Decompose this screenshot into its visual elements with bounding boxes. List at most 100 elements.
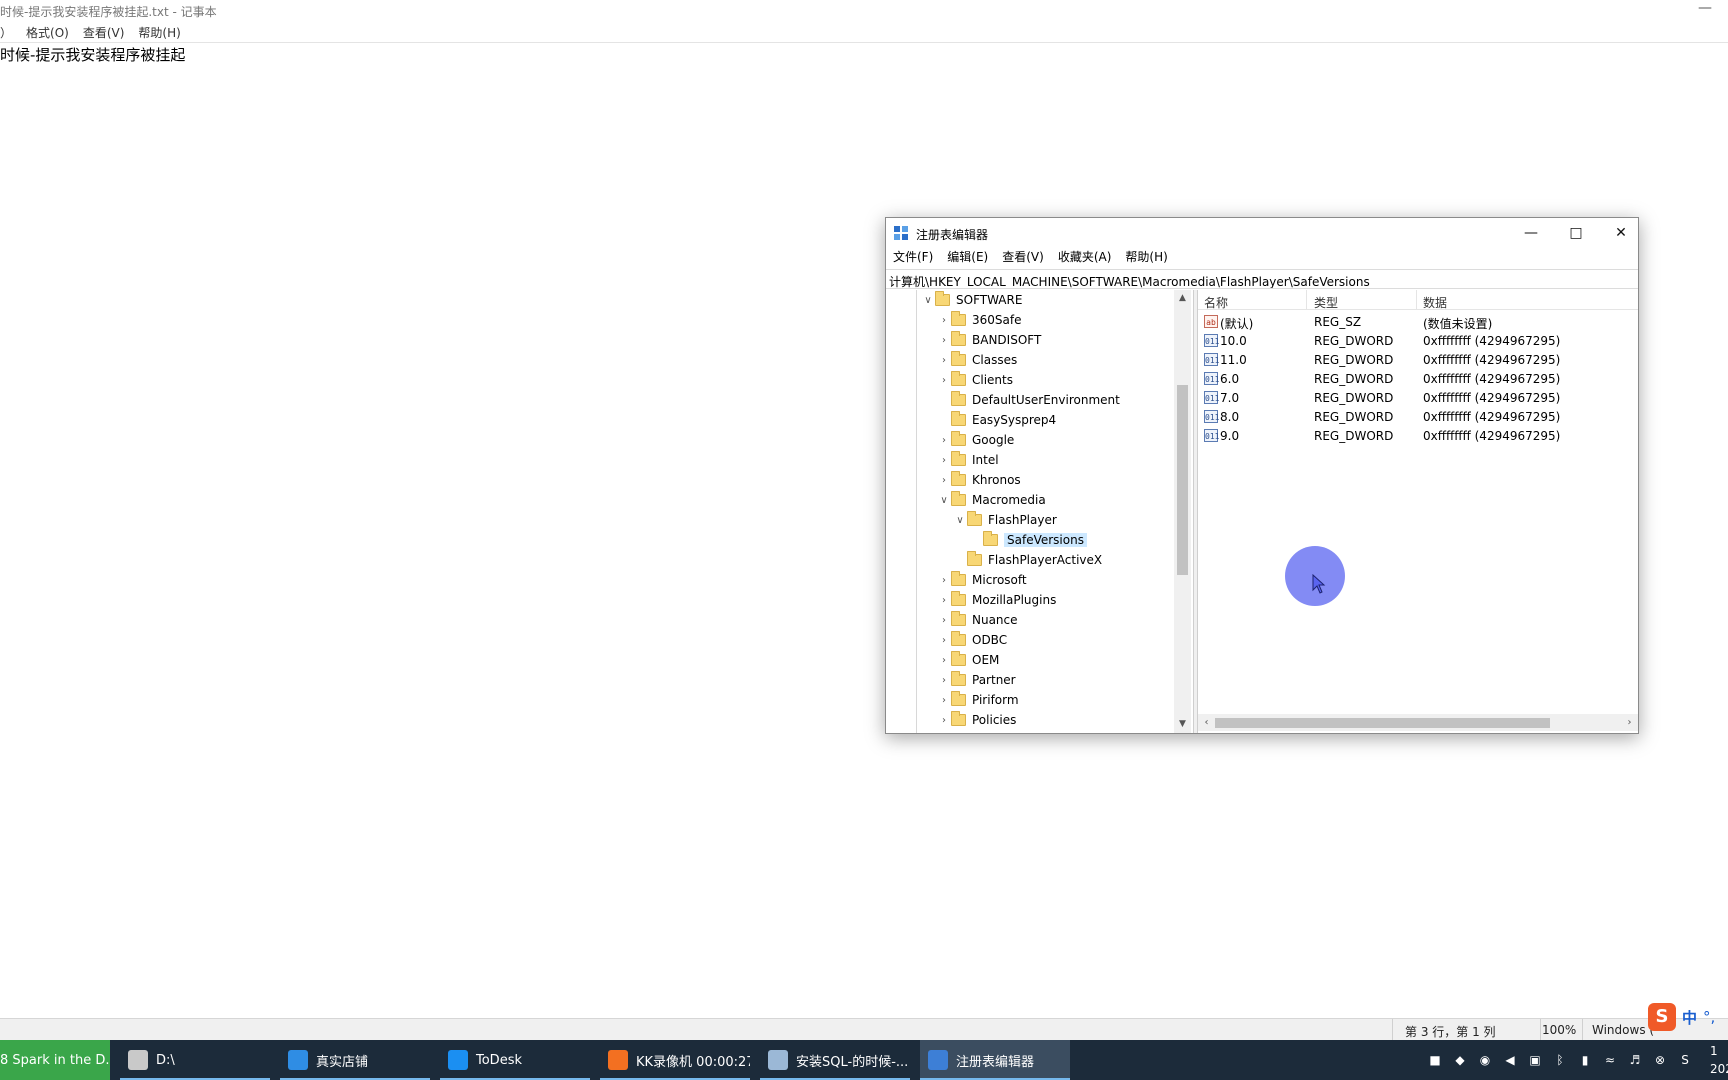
- table-row[interactable]: 011 8.0 REG_DWORD 0xffffffff (4294967295): [1198, 407, 1638, 427]
- tree-node-flashplayeractivex[interactable]: FlashPlayerActiveX: [953, 550, 1102, 570]
- chevron-right-icon[interactable]: ›: [937, 435, 951, 446]
- scroll-down-icon[interactable]: ▼: [1174, 716, 1191, 733]
- menu-help[interactable]: 帮助(H): [1125, 248, 1167, 268]
- menu-edit[interactable]: 编辑(E): [947, 248, 988, 268]
- scroll-thumb[interactable]: [1215, 718, 1550, 728]
- system-clock[interactable]: 1 202: [1706, 1040, 1728, 1080]
- close-circle-icon[interactable]: ⊗: [1652, 1052, 1668, 1068]
- chevron-down-icon[interactable]: ∨: [953, 515, 967, 526]
- tree-node-defaultuserenvironment[interactable]: DefaultUserEnvironment: [937, 390, 1120, 410]
- tree-node-odbc[interactable]: › ODBC: [937, 630, 1007, 650]
- chevron-right-icon[interactable]: ›: [937, 375, 951, 386]
- tree-node-piriform[interactable]: › Piriform: [937, 690, 1019, 710]
- table-row[interactable]: 011 6.0 REG_DWORD 0xffffffff (4294967295): [1198, 369, 1638, 389]
- tree-node-policies[interactable]: › Policies: [937, 710, 1016, 730]
- column-divider[interactable]: [1416, 290, 1417, 310]
- menu-view[interactable]: 查看(V): [1002, 248, 1044, 268]
- table-row[interactable]: 011 11.0 REG_DWORD 0xffffffff (4294967295): [1198, 350, 1638, 370]
- chevron-right-icon[interactable]: ›: [937, 675, 951, 686]
- tree-node-software[interactable]: ∨ SOFTWARE: [921, 290, 1022, 310]
- tree-node-partner[interactable]: › Partner: [937, 670, 1016, 690]
- chevron-right-icon[interactable]: ›: [937, 615, 951, 626]
- scroll-left-icon[interactable]: ‹: [1198, 714, 1215, 731]
- taskbar-item-notepad-task[interactable]: 安装SQL-的时候-...: [760, 1040, 910, 1080]
- scroll-right-icon[interactable]: ›: [1621, 714, 1638, 731]
- volume-muted-icon[interactable]: ◀: [1502, 1052, 1518, 1068]
- taskbar-item-regedit-task[interactable]: 注册表编辑器: [920, 1040, 1070, 1080]
- tree-node-microsoft[interactable]: › Microsoft: [937, 570, 1027, 590]
- tree-node-khronos[interactable]: › Khronos: [937, 470, 1021, 490]
- minimize-button[interactable]: —: [1509, 218, 1553, 248]
- ime-language[interactable]: 中: [1682, 1007, 1697, 1028]
- table-row[interactable]: 011 7.0 REG_DWORD 0xffffffff (4294967295): [1198, 388, 1638, 408]
- shield-icon[interactable]: ◆: [1452, 1052, 1468, 1068]
- column-data-header[interactable]: 数据: [1423, 294, 1447, 311]
- list-horizontal-scrollbar[interactable]: ‹ ›: [1198, 714, 1638, 731]
- chevron-right-icon[interactable]: ›: [937, 475, 951, 486]
- chevron-right-icon[interactable]: ›: [937, 635, 951, 646]
- notepad-menu-help[interactable]: 帮助(H): [138, 24, 180, 42]
- minimize-icon[interactable]: —: [1698, 0, 1712, 16]
- column-type-header[interactable]: 类型: [1314, 294, 1338, 311]
- tree-vertical-scrollbar[interactable]: ▲ ▼: [1174, 290, 1191, 733]
- maximize-button[interactable]: □: [1554, 218, 1598, 248]
- chevron-right-icon[interactable]: ›: [937, 595, 951, 606]
- tree-node-macromedia[interactable]: ∨ Macromedia: [937, 490, 1046, 510]
- chevron-down-icon[interactable]: ∨: [937, 495, 951, 506]
- taskbar-item-spark[interactable]: 8 Spark in the D...: [0, 1040, 110, 1080]
- scroll-up-icon[interactable]: ▲: [1174, 290, 1191, 307]
- tree-node-nuance[interactable]: › Nuance: [937, 610, 1018, 630]
- chevron-right-icon[interactable]: ›: [937, 695, 951, 706]
- notepad-text-area[interactable]: 时候-提示我安装程序被挂起: [0, 44, 185, 65]
- notepad-menu-file[interactable]: ）: [0, 24, 12, 42]
- tree-node-safeversions[interactable]: SafeVersions: [969, 530, 1087, 550]
- taskbar-item-store[interactable]: 真实店铺: [280, 1040, 430, 1080]
- tree-node-clients[interactable]: › Clients: [937, 370, 1013, 390]
- chevron-right-icon[interactable]: ›: [937, 355, 951, 366]
- ime-punctuation[interactable]: °,: [1703, 1008, 1715, 1026]
- table-row[interactable]: ab (默认) REG_SZ (数值未设置): [1198, 312, 1638, 332]
- app-tray-icon[interactable]: ▣: [1527, 1052, 1543, 1068]
- chevron-right-icon[interactable]: ›: [937, 455, 951, 466]
- chevron-right-icon[interactable]: ›: [937, 575, 951, 586]
- battery-icon[interactable]: ▮: [1577, 1052, 1593, 1068]
- tree-node-classes[interactable]: › Classes: [937, 350, 1017, 370]
- chevron-right-icon[interactable]: ›: [937, 335, 951, 346]
- ime-indicator[interactable]: S 中 °,: [1648, 1002, 1715, 1032]
- chevron-right-icon[interactable]: ›: [937, 715, 951, 726]
- taskbar-item-todesk[interactable]: ToDesk: [440, 1040, 590, 1080]
- address-bar[interactable]: 计算机\HKEY_LOCAL_MACHINE\SOFTWARE\Macromed…: [886, 269, 1638, 289]
- notepad-menu-format[interactable]: 格式(O): [26, 24, 69, 42]
- table-row[interactable]: 011 10.0 REG_DWORD 0xffffffff (4294967295): [1198, 331, 1638, 351]
- tree-node-360safe[interactable]: › 360Safe: [937, 310, 1021, 330]
- tree-node-mozillaplugins[interactable]: › MozillaPlugins: [937, 590, 1056, 610]
- notepad-menu-view[interactable]: 查看(V): [83, 24, 125, 42]
- menu-file[interactable]: 文件(F): [893, 248, 933, 268]
- sogou-ime-icon[interactable]: S: [1648, 1003, 1676, 1031]
- chevron-right-icon[interactable]: ›: [937, 315, 951, 326]
- column-name-header[interactable]: 名称: [1204, 294, 1228, 311]
- tree-node-flashplayer[interactable]: ∨ FlashPlayer: [953, 510, 1057, 530]
- taskbar-item-drive-d[interactable]: D:\: [120, 1040, 270, 1080]
- wifi-icon[interactable]: ≈: [1602, 1052, 1618, 1068]
- tree-node-intel[interactable]: › Intel: [937, 450, 999, 470]
- close-button[interactable]: ✕: [1599, 218, 1643, 248]
- chevron-right-icon[interactable]: ›: [937, 655, 951, 666]
- tree-node-oem[interactable]: › OEM: [937, 650, 999, 670]
- network-app-icon[interactable]: ■: [1427, 1052, 1443, 1068]
- chevron-down-icon[interactable]: ∨: [921, 295, 935, 306]
- taskbar-item-kk-recorder[interactable]: KK录像机 00:00:27: [600, 1040, 750, 1080]
- folder-icon: [951, 411, 966, 426]
- table-row[interactable]: 011 9.0 REG_DWORD 0xffffffff (4294967295): [1198, 426, 1638, 446]
- sogou-tray-icon[interactable]: S: [1677, 1052, 1693, 1068]
- scroll-thumb[interactable]: [1177, 385, 1188, 575]
- tree-node-bandisoft[interactable]: › BANDISOFT: [937, 330, 1041, 350]
- menu-favorites[interactable]: 收藏夹(A): [1058, 248, 1112, 268]
- tree-node-easysysprep4[interactable]: EasySysprep4: [937, 410, 1056, 430]
- security-icon[interactable]: ◉: [1477, 1052, 1493, 1068]
- bluetooth-icon[interactable]: ᛒ: [1552, 1052, 1568, 1068]
- column-divider[interactable]: [1306, 290, 1307, 310]
- tree-node-google[interactable]: › Google: [937, 430, 1014, 450]
- regedit-title-bar[interactable]: 注册表编辑器 — □ ✕: [886, 218, 1638, 248]
- speaker-icon[interactable]: ♬: [1627, 1052, 1643, 1068]
